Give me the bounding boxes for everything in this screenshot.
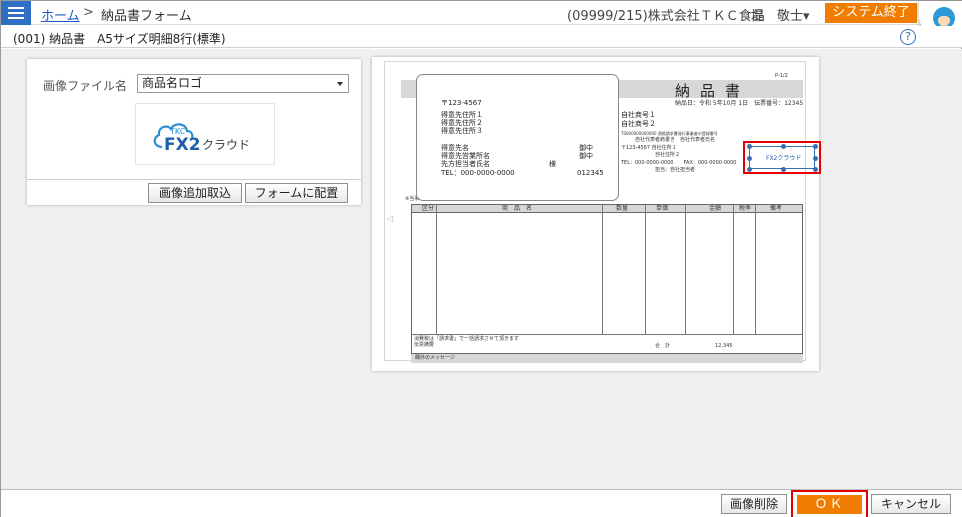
svg-text:FX2: FX2: [164, 135, 201, 155]
resize-handle[interactable]: [813, 156, 818, 161]
resize-handle[interactable]: [747, 144, 752, 149]
image-file-select[interactable]: 商品名ロゴ: [137, 74, 349, 93]
company-staff: 担当：自社担当者: [655, 167, 696, 173]
footer-message: 欄外のメッセージ: [411, 354, 803, 363]
top-bar: ホーム > 納品書フォーム (09999/215)株式会社ＴＫＣ食品 堤 敬士▾…: [1, 1, 962, 39]
delete-image-button[interactable]: 画像削除: [721, 494, 787, 514]
company-tel-fax: TEL：000-0000-0000 FAX：000-0000-0000: [621, 160, 737, 166]
resize-handle[interactable]: [747, 167, 752, 172]
resize-handle[interactable]: [813, 144, 818, 149]
customer-name: 得意先名: [441, 144, 469, 152]
resize-handle[interactable]: [781, 167, 786, 172]
form-subheader: (001) 納品書 A5サイズ明細8行(標準) ?: [1, 26, 962, 48]
document-date: 納品日：令和 5年10月 1日 伝票番号：12345: [675, 100, 804, 107]
total-value: 12,345: [715, 343, 733, 349]
breadcrumb-current: 納品書フォーム: [101, 9, 192, 24]
department-honorific: 御中: [579, 152, 593, 160]
ok-highlight: ＯＫ: [791, 490, 868, 517]
image-file-label: 画像ファイル名: [43, 79, 128, 93]
panel-divider: [27, 179, 361, 180]
customer-tel: TEL：000-0000-0000: [441, 169, 515, 177]
breadcrumb-home-link[interactable]: ホーム: [41, 5, 80, 24]
customer-address-2: 得意先住所２: [441, 119, 483, 127]
customer-address-1: 得意先住所１: [441, 111, 483, 119]
system-exit-button[interactable]: システム終了: [825, 3, 917, 23]
action-bar: 画像削除 ＯＫ キャンセル: [1, 489, 962, 517]
column-divider: [436, 205, 437, 335]
header-amount: 金額: [709, 205, 722, 212]
svg-text:クラウド: クラウド: [202, 138, 250, 152]
fx2-cloud-logo: TKC FX2 クラウド: [153, 123, 250, 155]
cancel-button[interactable]: キャンセル: [871, 494, 951, 514]
items-table: 区分 商 品 名 数量 単価 金額 税率 備考 消費税は「請求書」で一括請求させ…: [411, 204, 803, 354]
customer-address-3: 得意先住所３: [441, 127, 483, 135]
placed-logo[interactable]: FX2クラウド: [749, 146, 815, 169]
add-image-button[interactable]: 画像追加取込: [148, 183, 242, 203]
total-label: 合 計: [655, 343, 671, 349]
table-header: 区分 商 品 名 数量 単価 金額 税率 備考: [412, 205, 802, 213]
contact-honorific: 様: [549, 160, 556, 168]
image-file-value: 商品名ロゴ: [142, 76, 203, 90]
form-title: (001) 納品書 A5サイズ明細8行(標準): [13, 32, 226, 46]
registration-number: T0000000000000 適格請求書発行事業者の登録番号: [621, 131, 718, 136]
placed-logo-text: FX2クラウド: [766, 155, 802, 162]
logo-preview: TKC FX2 クラウド: [135, 103, 275, 165]
column-divider: [645, 205, 646, 335]
app-window: ホーム > 納品書フォーム (09999/215)株式会社ＴＫＣ食品 堤 敬士▾…: [0, 0, 962, 517]
company-address-1: 〒123-4567 自社住所１: [621, 145, 677, 151]
chevron-down-icon: [337, 82, 343, 86]
ok-button[interactable]: ＯＫ: [797, 495, 862, 514]
page-number: P-1/2: [775, 73, 788, 79]
header-quantity: 数量: [616, 205, 629, 212]
placed-logo-selection[interactable]: FX2クラウド: [743, 141, 821, 174]
workspace: 画像ファイル名 商品名ロゴ TKC FX2 クラウド 画像追加取込 フォームに配…: [1, 49, 962, 489]
help-icon[interactable]: ?: [900, 29, 916, 45]
place-on-form-button[interactable]: フォームに配置: [245, 183, 348, 203]
form-page: ◁ P-1/2 納品書 納品日：令和 5年10月 1日 伝票番号：12345 自…: [384, 61, 821, 363]
company-name-1: 自社商号１: [621, 111, 656, 119]
column-divider: [685, 205, 686, 335]
user-menu[interactable]: 堤 敬士▾: [751, 5, 810, 24]
header-tax-rate: 税率: [739, 205, 752, 212]
customer-honorific: 御中: [579, 144, 593, 152]
form-preview-panel: ◁ P-1/2 納品書 納品日：令和 5年10月 1日 伝票番号：12345 自…: [372, 57, 821, 371]
column-divider: [602, 205, 603, 335]
contact-name: 先方担当者氏名: [441, 160, 490, 168]
resize-handle[interactable]: [781, 144, 786, 149]
customer-department: 得意先営業所名: [441, 152, 490, 160]
header-product: 商 品 名: [502, 205, 533, 212]
table-footer-divider: [412, 334, 802, 335]
company-address-2: 自社住所２: [655, 152, 681, 158]
column-divider: [755, 205, 756, 335]
header-remarks: 備考: [770, 205, 783, 212]
hamburger-menu-icon[interactable]: [1, 1, 31, 25]
scroll-left-icon[interactable]: ◁: [387, 214, 393, 223]
header-unit-price: 単価: [656, 205, 669, 212]
document-title: 納品書: [675, 82, 751, 100]
header-category: 区分: [422, 205, 435, 212]
company-representative: 自社代表者肩書き 自社代表者氏名: [635, 137, 716, 143]
slip-memo: 伝票摘要: [414, 342, 435, 348]
image-settings-panel: 画像ファイル名 商品名ロゴ TKC FX2 クラウド 画像追加取込 フォームに配…: [27, 59, 361, 205]
company-name: (09999/215)株式会社ＴＫＣ食品: [567, 9, 765, 24]
customer-code: 012345: [577, 169, 604, 177]
postal-code: 〒123-4567: [441, 99, 482, 107]
breadcrumb-separator: >: [83, 5, 94, 20]
address-card: 〒123-4567 得意先住所１ 得意先住所２ 得意先住所３ 得意先名 御中 得…: [416, 74, 619, 201]
company-name-2: 自社商号２: [621, 120, 656, 128]
column-divider: [733, 205, 734, 335]
resize-handle[interactable]: [747, 156, 752, 161]
resize-handle[interactable]: [813, 167, 818, 172]
